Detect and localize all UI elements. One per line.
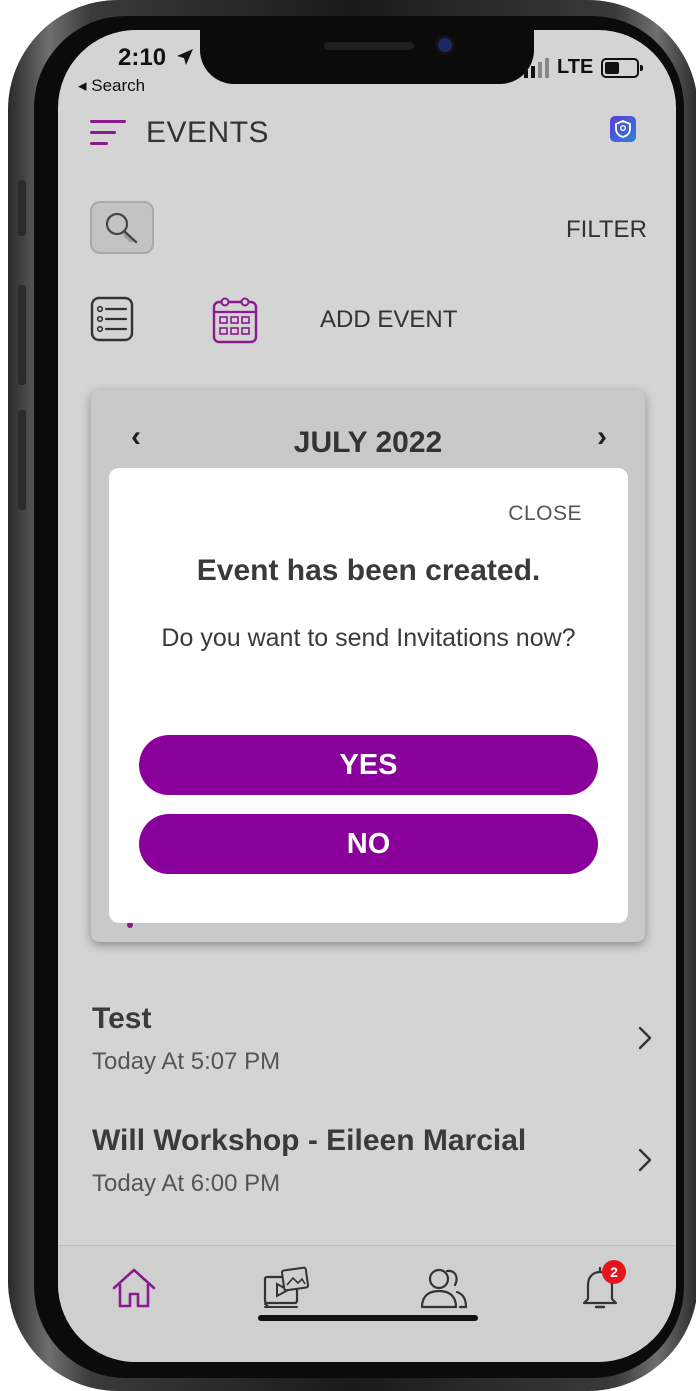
shield-icon[interactable]: [610, 116, 636, 142]
notification-badge: 2: [602, 1260, 626, 1284]
tab-people[interactable]: [414, 1260, 474, 1316]
app-screen: 2:10 ◂ Search LTE EVENTS FILTER ADD EVEN…: [58, 30, 676, 1362]
calendar-icon[interactable]: [212, 294, 258, 349]
search-button[interactable]: [90, 201, 154, 254]
notch: [200, 30, 534, 84]
volume-down-button: [18, 410, 26, 510]
yes-button[interactable]: YES: [139, 735, 598, 795]
event-time: Today At 6:00 PM: [92, 1170, 281, 1197]
event-title: Will Workshop - Eileen Marcial: [92, 1124, 527, 1157]
no-button[interactable]: NO: [139, 814, 598, 874]
status-time: 2:10: [118, 44, 195, 72]
chevron-right-icon: [638, 1026, 652, 1050]
event-title: Test: [92, 1002, 152, 1035]
carrier-label: LTE: [557, 56, 594, 78]
add-event-button[interactable]: ADD EVENT: [320, 306, 457, 334]
status-indicators: LTE: [524, 56, 644, 79]
event-created-dialog: CLOSE Event has been created. Do you wan…: [109, 468, 628, 923]
close-button[interactable]: CLOSE: [508, 502, 582, 526]
mute-switch: [18, 180, 26, 236]
tab-home[interactable]: [104, 1260, 164, 1316]
menu-icon[interactable]: [90, 118, 126, 148]
dialog-message: Do you want to send Invitations now?: [161, 624, 576, 652]
location-arrow-icon: [176, 49, 193, 65]
tab-notifications[interactable]: 2: [570, 1260, 630, 1316]
page-title: EVENTS: [146, 116, 270, 149]
battery-icon: [601, 57, 644, 78]
month-label: JULY 2022: [293, 426, 443, 459]
next-month-button[interactable]: ›: [597, 420, 607, 454]
home-indicator[interactable]: [258, 1315, 478, 1321]
list-icon[interactable]: [90, 296, 134, 347]
people-icon: [420, 1268, 468, 1309]
status-time-text: 2:10: [118, 44, 167, 71]
back-to-search-link[interactable]: ◂ Search: [78, 76, 145, 96]
search-icon: [105, 212, 138, 243]
filter-button[interactable]: FILTER: [566, 216, 647, 244]
chevron-right-icon: [638, 1148, 652, 1172]
signal-icon: [524, 57, 549, 78]
home-icon: [112, 1268, 156, 1308]
event-list-item[interactable]: Will Workshop - Eileen Marcial Today At …: [92, 1124, 652, 1216]
front-camera: [438, 38, 452, 52]
event-time: Today At 5:07 PM: [92, 1048, 281, 1075]
volume-up-button: [18, 285, 26, 385]
dialog-title: Event has been created.: [196, 554, 541, 587]
tab-media[interactable]: [256, 1260, 316, 1316]
event-list-item[interactable]: Test Today At 5:07 PM: [92, 1002, 652, 1094]
bottom-tab-bar: 2: [58, 1245, 676, 1362]
speaker-grille: [324, 42, 414, 50]
media-icon: [263, 1266, 310, 1308]
